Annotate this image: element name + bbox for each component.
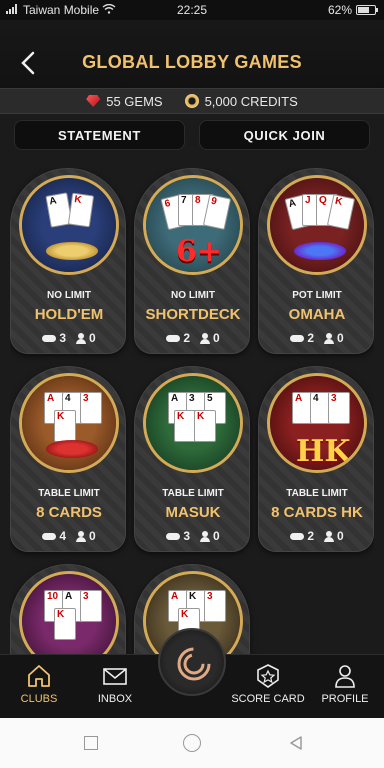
- games-grid: AK NO LIMIT HOLD'EM 3 0 6789 6+ NO LIMIT…: [10, 168, 374, 654]
- home-button[interactable]: [183, 734, 201, 752]
- game-card-omaha[interactable]: AJQK POT LIMIT OMAHA 2 0: [258, 168, 374, 354]
- game-card-8-cards-hk[interactable]: A43 HK TABLE LIMIT 8 CARDS HK 2 0: [258, 366, 374, 552]
- battery-status: 62%: [327, 3, 378, 17]
- game-limit: TABLE LIMIT: [286, 488, 348, 499]
- game-stats: 2 0: [153, 329, 233, 347]
- page-title: GLOBAL LOBBY GAMES: [82, 52, 302, 72]
- user-icon: [335, 665, 355, 688]
- person-icon: [324, 332, 334, 344]
- person-icon: [200, 530, 210, 542]
- statement-button[interactable]: STATEMENT: [14, 120, 185, 150]
- game-stats: 3 0: [29, 329, 109, 347]
- game-name: 8 CARDS HK: [271, 504, 363, 521]
- game-limit: TABLE LIMIT: [38, 488, 100, 499]
- table-count: 2: [307, 331, 314, 345]
- envelope-icon: [103, 668, 127, 685]
- nav-score-card-label: SCORE CARD: [231, 693, 305, 705]
- 8-cards-hk-artwork: A43 HK: [267, 373, 367, 473]
- table-count: 3: [183, 529, 190, 543]
- game-stats: 3 0: [153, 527, 233, 545]
- game-name: SHORTDECK: [145, 306, 241, 323]
- person-icon: [324, 530, 334, 542]
- app-logo-icon: [177, 647, 211, 681]
- table-icon: [166, 334, 181, 342]
- player-count: 0: [213, 529, 220, 543]
- game-card-shortdeck[interactable]: 6789 6+ NO LIMIT SHORTDECK 2 0: [134, 168, 250, 354]
- shortdeck-artwork: 6789 6+: [143, 175, 243, 275]
- table-icon: [166, 532, 181, 540]
- holdem-artwork: AK: [19, 175, 119, 275]
- nav-clubs-label: CLUBS: [20, 693, 58, 705]
- masuk-artwork: A35KK: [143, 373, 243, 473]
- gems-balance: 55 GEMS: [86, 93, 163, 109]
- game-card-masuk[interactable]: A35KK TABLE LIMIT MASUK 3 0: [134, 366, 250, 552]
- back-triangle-icon[interactable]: [288, 735, 304, 751]
- recents-button[interactable]: [84, 736, 98, 750]
- person-icon: [200, 332, 210, 344]
- player-count: 0: [89, 331, 96, 345]
- balance-bar: 55 GEMS 5,000 CREDITS: [0, 88, 384, 114]
- game-limit: TABLE LIMIT: [162, 488, 224, 499]
- center-home-button[interactable]: [158, 628, 226, 696]
- game-artwork: 10 A 3 K: [19, 571, 119, 654]
- nav-inbox[interactable]: INBOX: [80, 655, 150, 719]
- player-count: 0: [337, 529, 344, 543]
- table-count: 3: [59, 331, 66, 345]
- person-icon: [76, 530, 86, 542]
- table-count: 2: [307, 529, 314, 543]
- star-badge-icon: [257, 664, 279, 688]
- person-icon: [76, 332, 86, 344]
- nav-inbox-label: INBOX: [97, 693, 133, 705]
- quick-join-button[interactable]: QUICK JOIN: [199, 120, 370, 150]
- system-nav-bar: [0, 718, 384, 768]
- clock: 22:25: [176, 3, 208, 17]
- table-count: 4: [59, 529, 66, 543]
- game-stats: 2 0: [277, 329, 357, 347]
- table-icon: [42, 334, 57, 342]
- player-count: 0: [89, 529, 96, 543]
- player-count: 0: [337, 331, 344, 345]
- six-plus-logo: 6+: [176, 234, 223, 269]
- table-count: 2: [183, 331, 190, 345]
- home-icon: [28, 665, 50, 687]
- game-card-holdem[interactable]: AK NO LIMIT HOLD'EM 3 0: [10, 168, 126, 354]
- nav-profile-label: PROFILE: [321, 693, 369, 705]
- table-icon: [290, 532, 305, 540]
- gem-icon: [86, 95, 101, 107]
- game-name: 8 CARDS: [36, 504, 102, 521]
- game-limit: NO LIMIT: [171, 290, 215, 301]
- game-card-partial-1[interactable]: 10 A 3 K: [10, 564, 126, 654]
- game-limit: POT LIMIT: [292, 290, 342, 301]
- battery-percent: 62%: [327, 3, 352, 17]
- gems-label: 55 GEMS: [106, 93, 163, 109]
- player-count: 0: [213, 331, 220, 345]
- game-name: MASUK: [165, 504, 221, 521]
- nav-clubs[interactable]: CLUBS: [4, 655, 74, 719]
- table-icon: [42, 532, 57, 540]
- status-bar: Taiwan Mobile 22:25 62%: [0, 0, 384, 20]
- coin-icon: [184, 94, 199, 108]
- nav-score-card[interactable]: SCORE CARD: [226, 655, 310, 719]
- credits-label: 5,000 CREDITS: [204, 93, 298, 109]
- battery-icon: [356, 5, 378, 15]
- table-icon: [290, 334, 305, 342]
- credits-balance: 5,000 CREDITS: [184, 93, 298, 109]
- screen: Taiwan Mobile 22:25 62% GLOBAL LOBBY GAM…: [0, 0, 384, 768]
- hk-logo: HK: [296, 434, 351, 469]
- game-stats: 4 0: [29, 527, 109, 545]
- game-card-8-cards[interactable]: A43K TABLE LIMIT 8 CARDS 4 0: [10, 366, 126, 552]
- omaha-artwork: AJQK: [267, 175, 367, 275]
- game-limit: NO LIMIT: [47, 290, 91, 301]
- header: GLOBAL LOBBY GAMES: [0, 20, 384, 90]
- nav-profile[interactable]: PROFILE: [310, 655, 380, 719]
- game-name: OMAHA: [288, 306, 346, 323]
- action-buttons: STATEMENT QUICK JOIN: [14, 120, 370, 150]
- game-stats: 2 0: [277, 527, 357, 545]
- 8-cards-artwork: A43K: [19, 373, 119, 473]
- game-name: HOLD'EM: [34, 306, 104, 323]
